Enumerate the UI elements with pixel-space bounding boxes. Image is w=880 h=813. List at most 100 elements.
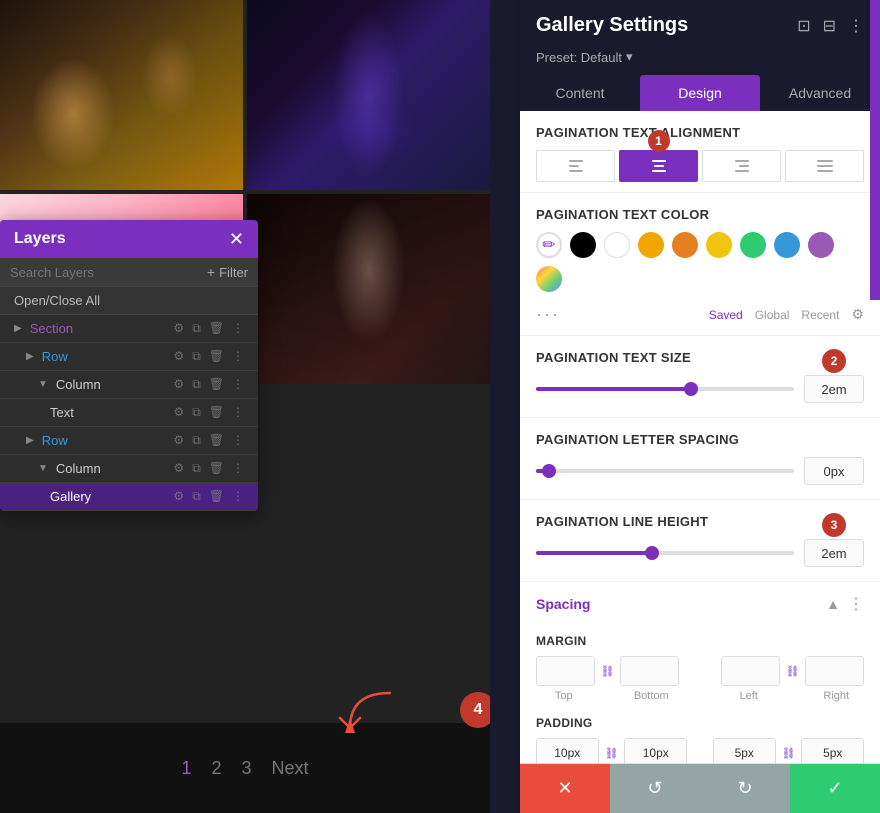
reset-button[interactable]: ↺ — [610, 764, 700, 813]
more-icon[interactable]: ⋮ — [232, 433, 244, 448]
align-justify-button[interactable] — [785, 150, 864, 182]
color-swatch-orange-light[interactable] — [638, 232, 664, 258]
color-swatch-yellow[interactable] — [706, 232, 732, 258]
margin-bottom-input[interactable] — [620, 656, 679, 686]
global-colors-link[interactable]: Global — [755, 308, 790, 322]
pagination-item-3[interactable]: 3 — [242, 758, 252, 779]
layer-item-column-2[interactable]: ▼ Column ⚙ ⧉ 🗑 ⋮ — [0, 455, 258, 483]
settings-icon[interactable]: ⚙ — [173, 433, 184, 448]
columns-icon[interactable]: ⊟ — [823, 16, 836, 36]
line-height-value[interactable]: 2em — [804, 539, 864, 567]
color-swatch-multicolor[interactable] — [536, 266, 562, 292]
pagination-item-2[interactable]: 2 — [211, 758, 221, 779]
responsive-icon[interactable]: ⊡ — [797, 16, 810, 36]
align-right-button[interactable] — [702, 150, 781, 182]
layers-open-close-all[interactable]: Open/Close All — [0, 287, 258, 315]
layer-action-icons: ⚙ ⧉ 🗑 ⋮ — [173, 349, 244, 364]
padding-top-input[interactable]: 10px — [536, 738, 599, 763]
panel-preset-dropdown[interactable]: Preset: Default ▾ — [520, 45, 880, 75]
tab-content[interactable]: Content — [520, 75, 640, 111]
line-height-slider[interactable] — [536, 551, 794, 555]
color-picker-button[interactable]: ✏ — [536, 232, 562, 258]
cancel-button[interactable]: ✕ — [520, 764, 610, 813]
settings-icon[interactable]: ⚙ — [173, 461, 184, 476]
color-swatch-purple[interactable] — [808, 232, 834, 258]
duplicate-icon[interactable]: ⧉ — [192, 461, 201, 476]
delete-icon[interactable]: 🗑 — [209, 349, 224, 364]
padding-bottom-input[interactable]: 10px — [624, 738, 687, 763]
padding-left-right-link[interactable]: ⛓ — [782, 747, 796, 760]
margin-right-input[interactable] — [805, 656, 864, 686]
margin-link-icon-2[interactable]: ⛓ — [786, 656, 800, 686]
settings-icon[interactable]: ⚙ — [173, 321, 184, 336]
more-icon[interactable]: ⋮ — [232, 349, 244, 364]
recent-colors-link[interactable]: Recent — [801, 308, 839, 322]
layer-item-gallery[interactable]: Gallery ⚙ ⧉ 🗑 ⋮ — [0, 483, 258, 511]
padding-right-input[interactable]: 5px — [801, 738, 864, 763]
delete-icon[interactable]: 🗑 — [209, 405, 224, 420]
align-center-button[interactable]: 1 — [619, 150, 698, 182]
text-size-value[interactable]: 2em — [804, 375, 864, 403]
duplicate-icon[interactable]: ⧉ — [192, 321, 201, 336]
more-icon[interactable]: ⋮ — [232, 377, 244, 392]
tab-advanced[interactable]: Advanced — [760, 75, 880, 111]
layer-item-text[interactable]: Text ⚙ ⧉ 🗑 ⋮ — [0, 399, 258, 427]
tab-design[interactable]: Design — [640, 75, 760, 111]
pagination-next[interactable]: Next — [272, 758, 309, 779]
letter-spacing-value[interactable]: 0px — [804, 457, 864, 485]
spacing-section-header[interactable]: Spacing ▲ ⋮ — [520, 582, 880, 626]
duplicate-icon[interactable]: ⧉ — [192, 433, 201, 448]
letter-spacing-slider[interactable] — [536, 469, 794, 473]
slider-thumb[interactable] — [684, 382, 698, 396]
duplicate-icon[interactable]: ⧉ — [192, 377, 201, 392]
duplicate-icon[interactable]: ⧉ — [192, 349, 201, 364]
color-settings-icon[interactable]: ⚙ — [851, 306, 864, 323]
more-options-icon[interactable]: ⋮ — [848, 16, 864, 36]
layer-item-row-2[interactable]: ▶ Row ⚙ ⧉ 🗑 ⋮ — [0, 427, 258, 455]
more-icon[interactable]: ⋮ — [232, 461, 244, 476]
layer-item-section[interactable]: ▶ Section ⚙ ⧉ 🗑 ⋮ — [0, 315, 258, 343]
settings-icon[interactable]: ⚙ — [173, 349, 184, 364]
slider-thumb[interactable] — [542, 464, 556, 478]
delete-icon[interactable]: 🗑 — [209, 377, 224, 392]
text-size-slider[interactable] — [536, 387, 794, 391]
color-swatch-black[interactable] — [570, 232, 596, 258]
duplicate-icon[interactable]: ⧉ — [192, 489, 201, 504]
align-justify-icon — [809, 152, 841, 180]
margin-top-input[interactable] — [536, 656, 595, 686]
margin-link-icon[interactable]: ⛓ — [601, 656, 615, 686]
slider-thumb[interactable] — [645, 546, 659, 560]
color-swatch-green[interactable] — [740, 232, 766, 258]
settings-icon[interactable]: ⚙ — [173, 377, 184, 392]
layers-close-button[interactable]: ✕ — [229, 230, 244, 248]
layers-search-input[interactable] — [10, 265, 199, 280]
save-button[interactable]: ✓ — [790, 764, 880, 813]
settings-icon[interactable]: ⚙ — [173, 405, 184, 420]
saved-colors-link[interactable]: Saved — [709, 308, 743, 322]
more-icon[interactable]: ⋮ — [232, 321, 244, 336]
align-left-button[interactable] — [536, 150, 615, 182]
delete-icon[interactable]: 🗑 — [209, 461, 224, 476]
color-swatch-blue[interactable] — [774, 232, 800, 258]
more-icon[interactable]: ⋮ — [232, 405, 244, 420]
redo-button[interactable]: ↻ — [700, 764, 790, 813]
pagination-item-1[interactable]: 1 — [181, 758, 191, 779]
more-colors-button[interactable]: ··· — [536, 304, 560, 325]
color-swatch-orange[interactable] — [672, 232, 698, 258]
padding-top-bottom-link[interactable]: ⛓ — [605, 747, 619, 760]
text-size-section: Pagination Text Size 2em 2 — [520, 336, 880, 418]
settings-icon[interactable]: ⚙ — [173, 489, 184, 504]
collapse-spacing-icon[interactable]: ▲ — [826, 596, 840, 612]
padding-left-input[interactable]: 5px — [713, 738, 776, 763]
duplicate-icon[interactable]: ⧉ — [192, 405, 201, 420]
delete-icon[interactable]: 🗑 — [209, 489, 224, 504]
delete-icon[interactable]: 🗑 — [209, 433, 224, 448]
layers-filter-button[interactable]: Filter — [207, 264, 248, 280]
delete-icon[interactable]: 🗑 — [209, 321, 224, 336]
layer-item-column-1[interactable]: ▼ Column ⚙ ⧉ 🗑 ⋮ — [0, 371, 258, 399]
layer-item-row-1[interactable]: ▶ Row ⚙ ⧉ 🗑 ⋮ — [0, 343, 258, 371]
spacing-more-icon[interactable]: ⋮ — [848, 594, 864, 614]
color-swatch-white[interactable] — [604, 232, 630, 258]
margin-left-input[interactable] — [721, 656, 780, 686]
more-icon[interactable]: ⋮ — [232, 489, 244, 504]
